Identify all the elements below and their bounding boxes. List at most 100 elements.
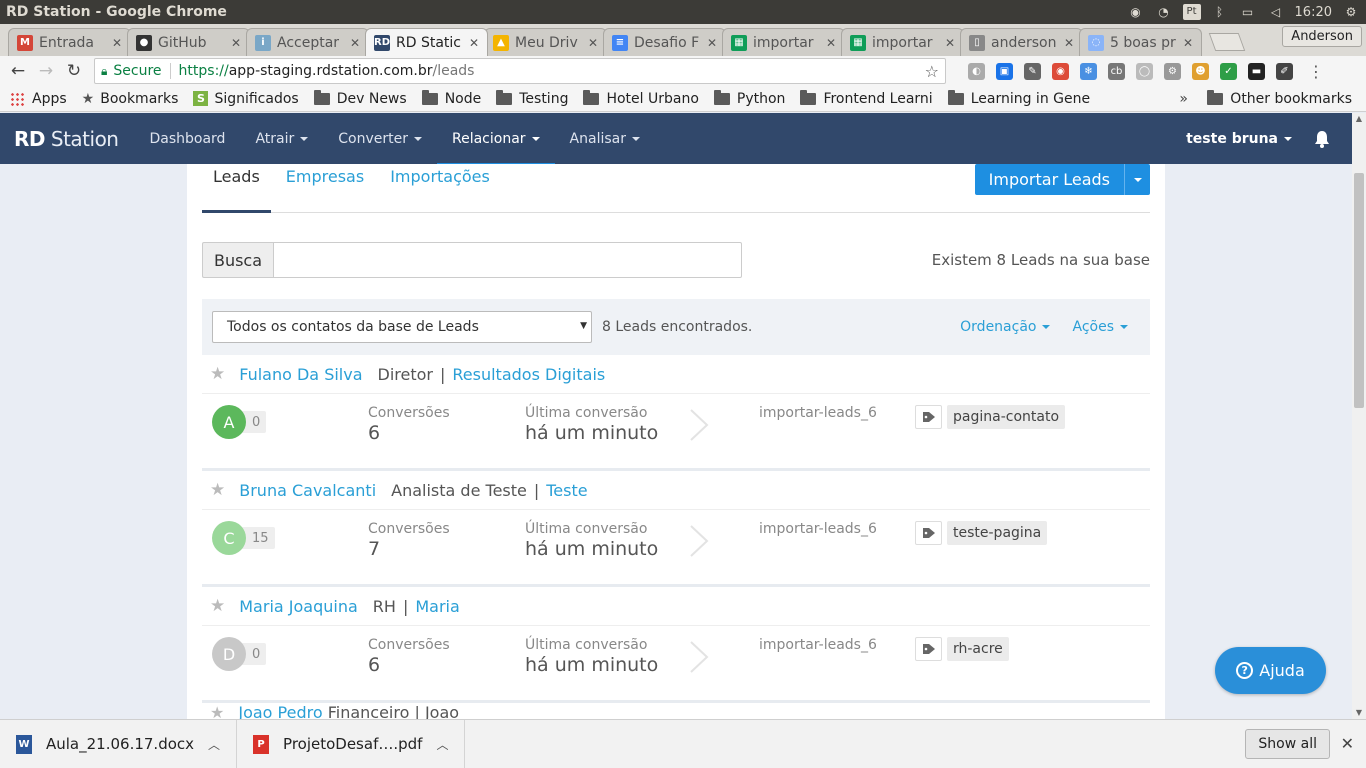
bookmark-item[interactable]: Apps (10, 91, 67, 107)
evernote-icon[interactable]: ✐ (1276, 62, 1293, 80)
wifi-icon[interactable]: ◔ (1155, 4, 1173, 20)
bookmark-item[interactable]: Node (421, 89, 481, 107)
sort-dropdown[interactable]: Ordenação (960, 319, 1051, 335)
extension-icon[interactable]: ⚙ (1164, 62, 1181, 80)
lock-icon[interactable]: 🔒︎ (101, 64, 107, 79)
tag-icon[interactable] (915, 405, 942, 429)
user-menu[interactable]: teste bruna (1186, 131, 1292, 147)
subtab-leads[interactable]: Leads (202, 167, 271, 213)
bookmark-star-icon[interactable]: ☆ (925, 62, 939, 81)
volume-icon[interactable]: ◁ (1267, 4, 1285, 20)
lead-name[interactable]: Joao Pedro (238, 703, 322, 719)
nav-item-relacionar[interactable]: Relacionar (437, 113, 555, 167)
chevron-up-icon[interactable]: ︿ (436, 736, 448, 753)
browser-tab[interactable]: ▦ importar ✕ (841, 28, 964, 56)
browser-tab[interactable]: ▦ importar ✕ (722, 28, 845, 56)
scroll-up-arrow-icon[interactable]: ▲ (1352, 113, 1366, 125)
favorite-star-icon[interactable]: ★ (210, 596, 225, 616)
extension-icon[interactable]: ❄ (1080, 62, 1097, 80)
notification-bell-icon[interactable] (1314, 130, 1330, 148)
segment-select[interactable]: Todos os contatos da base de Leads ▼ (212, 311, 592, 343)
tag-icon[interactable] (915, 637, 942, 661)
show-all-downloads-button[interactable]: Show all (1245, 729, 1330, 759)
browser-tab[interactable]: RD RD Static ✕ (365, 28, 488, 56)
lead-company[interactable]: Teste (546, 481, 587, 500)
bookmark-item[interactable]: Frontend Learni (800, 89, 933, 107)
extension-icon[interactable]: ◐ (968, 62, 985, 80)
bookmark-item[interactable]: Hotel Urbano (583, 89, 699, 107)
extension-shield-icon[interactable]: ✓ (1220, 62, 1237, 80)
new-tab-button[interactable] (1208, 33, 1246, 51)
forward-arrow-icon[interactable]: → (34, 59, 58, 83)
lead-company[interactable]: Maria (415, 597, 459, 616)
nav-item-converter[interactable]: Converter (323, 113, 437, 164)
lead-tag[interactable]: rh-acre (947, 637, 1009, 661)
chrome-icon[interactable]: ◉ (1127, 4, 1145, 20)
browser-tab[interactable]: i Acceptar ✕ (246, 28, 369, 56)
subtab-empresas[interactable]: Empresas (275, 167, 375, 212)
rd-station-logo[interactable]: RD Station (14, 127, 119, 151)
chrome-menu-icon[interactable]: ⋮ (1308, 62, 1324, 81)
extension-icon[interactable]: ☻ (1192, 62, 1209, 80)
browser-tab[interactable]: ● GitHub ✕ (127, 28, 250, 56)
browser-tab[interactable]: M Entrada ✕ (8, 28, 131, 56)
nav-item-analisar[interactable]: Analisar (555, 113, 655, 164)
search-input[interactable] (273, 242, 742, 278)
lead-tag[interactable]: pagina-contato (947, 405, 1066, 429)
tab-close-icon[interactable]: ✕ (945, 36, 955, 50)
tab-close-icon[interactable]: ✕ (1064, 36, 1074, 50)
subtab-importacoes[interactable]: Importações (379, 167, 501, 212)
back-arrow-icon[interactable]: ← (6, 59, 30, 83)
nav-item-atrair[interactable]: Atrair (240, 113, 323, 164)
nav-item-dashboard[interactable]: Dashboard (134, 113, 240, 164)
close-icon[interactable]: ✕ (1341, 734, 1354, 753)
lead-name[interactable]: Bruna Cavalcanti (239, 481, 376, 500)
favorite-star-icon[interactable]: ★ (210, 364, 225, 384)
help-button[interactable]: ? Ajuda (1215, 647, 1326, 694)
tab-close-icon[interactable]: ✕ (1183, 36, 1193, 50)
import-leads-dropdown-toggle[interactable] (1124, 164, 1150, 195)
bluetooth-icon[interactable]: ᛒ (1211, 4, 1229, 20)
favorite-star-icon[interactable]: ★ (210, 703, 224, 719)
bookmark-item[interactable]: Python (713, 89, 785, 107)
download-item[interactable]: W Aula_21.06.17.docx ︿ (0, 719, 238, 768)
browser-tab[interactable]: ▲ Meu Driv ✕ (484, 28, 607, 56)
battery-icon[interactable]: ▭ (1239, 4, 1257, 20)
browser-tab[interactable]: ≡ Desafio F ✕ (603, 28, 726, 56)
browser-tab[interactable]: ▯ anderson ✕ (960, 28, 1083, 56)
reload-icon[interactable]: ↻ (62, 59, 86, 83)
download-item[interactable]: P ProjetoDesaf….pdf ︿ (237, 719, 466, 768)
extension-icon[interactable]: ◯ (1136, 62, 1153, 80)
profile-button[interactable]: Anderson (1282, 26, 1362, 47)
other-bookmarks-folder[interactable]: Other bookmarks (1207, 89, 1352, 107)
tab-close-icon[interactable]: ✕ (231, 36, 241, 50)
lead-name[interactable]: Maria Joaquina (239, 597, 358, 616)
actions-dropdown[interactable]: Ações (1072, 319, 1128, 335)
browser-tab[interactable]: ◌ 5 boas pr ✕ (1079, 28, 1202, 56)
extension-icon[interactable]: ✎ (1024, 62, 1041, 80)
tab-close-icon[interactable]: ✕ (469, 36, 479, 50)
favorite-star-icon[interactable]: ★ (210, 480, 225, 500)
lead-name[interactable]: Fulano Da Silva (239, 365, 362, 384)
clock[interactable]: 16:20 (1295, 5, 1332, 20)
extension-icon[interactable]: ◉ (1052, 62, 1069, 80)
scroll-down-arrow-icon[interactable]: ▼ (1352, 707, 1366, 719)
import-leads-button[interactable]: Importar Leads (974, 164, 1124, 195)
extension-icon[interactable]: ▬ (1248, 62, 1265, 80)
tab-close-icon[interactable]: ✕ (350, 36, 360, 50)
tag-icon[interactable] (915, 521, 942, 545)
bookmark-item[interactable]: ★ Bookmarks (82, 91, 179, 107)
extension-icon[interactable]: cb (1108, 62, 1125, 80)
bookmark-item[interactable]: S Significados (193, 91, 299, 107)
bookmark-item[interactable]: Testing (496, 89, 568, 107)
tab-close-icon[interactable]: ✕ (588, 36, 598, 50)
page-scrollbar[interactable]: ▲ ▼ (1352, 113, 1366, 719)
lead-tag[interactable]: teste-pagina (947, 521, 1048, 545)
tab-close-icon[interactable]: ✕ (826, 36, 836, 50)
bookmark-item[interactable]: Learning in Gene (947, 89, 1090, 107)
scrollbar-thumb[interactable] (1354, 173, 1364, 408)
bookmarks-overflow-chevron-icon[interactable]: » (1179, 91, 1188, 107)
lead-company[interactable]: Resultados Digitais (452, 365, 605, 384)
extension-icon[interactable]: ▣ (996, 62, 1013, 80)
settings-gear-icon[interactable]: ⚙ (1342, 4, 1360, 20)
